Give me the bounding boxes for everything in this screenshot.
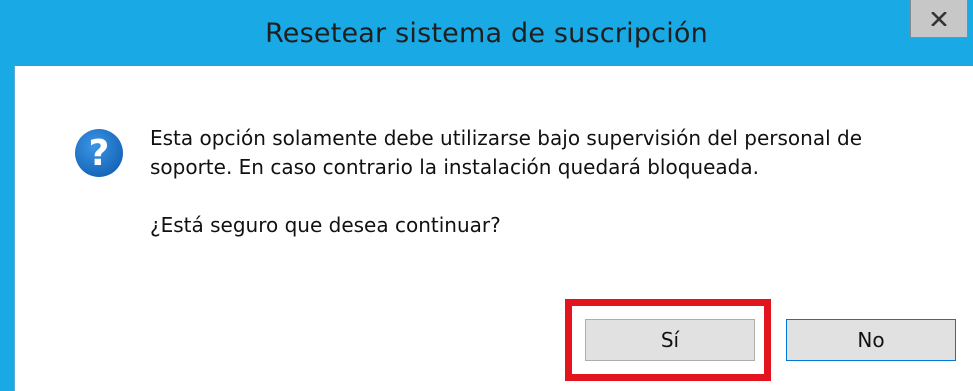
- no-button[interactable]: No: [786, 319, 956, 361]
- close-icon: [931, 11, 947, 26]
- confirm-question: ¿Está seguro que desea continuar?: [150, 213, 501, 237]
- svg-text:?: ?: [89, 133, 110, 174]
- yes-button[interactable]: Sí: [585, 319, 755, 361]
- question-icon: ?: [75, 129, 123, 177]
- dialog-title: Resetear sistema de suscripción: [265, 18, 708, 49]
- close-button[interactable]: [910, 0, 968, 38]
- message-line-2: soporte. En caso contrario la instalació…: [150, 155, 759, 179]
- dialog-window: Resetear sistema de suscripción ? Esta o…: [0, 0, 973, 391]
- dialog-message: Esta opción solamente debe utilizarse ba…: [150, 124, 910, 182]
- message-line-1: Esta opción solamente debe utilizarse ba…: [150, 126, 863, 150]
